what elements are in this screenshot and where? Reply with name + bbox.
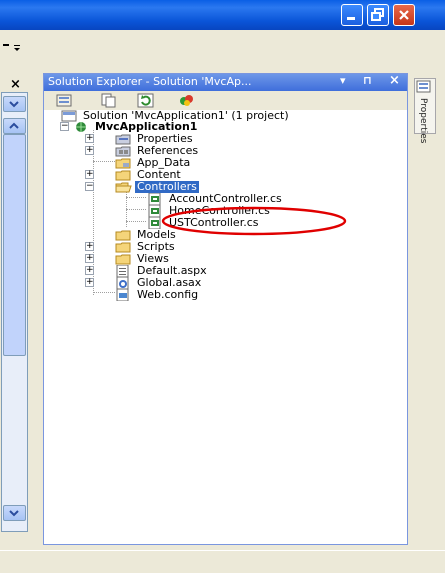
- aspx-file-icon: [115, 264, 131, 278]
- folder-icon: [115, 241, 131, 253]
- solution-tree: [44, 110, 407, 544]
- folder-icon: [115, 229, 131, 241]
- left-panel-dropdown-button[interactable]: [3, 96, 26, 112]
- pin-icon[interactable]: ⊓: [363, 74, 372, 87]
- solution-explorer-title: Solution Explorer - Solution 'MvcAp...: [48, 75, 252, 88]
- close-button[interactable]: [393, 4, 415, 26]
- annotation-ellipse: [161, 206, 347, 236]
- tree-item-label: Web.config: [137, 288, 199, 301]
- expand-icon[interactable]: +: [85, 134, 94, 143]
- expand-icon[interactable]: +: [85, 278, 94, 287]
- properties-icon[interactable]: [56, 93, 74, 108]
- expand-icon[interactable]: +: [85, 170, 94, 179]
- panel-close-icon[interactable]: ×: [389, 73, 400, 88]
- properties-tab-label: Properties: [418, 98, 428, 144]
- left-panel-close-icon[interactable]: ×: [10, 77, 21, 92]
- window-position-dropdown-icon[interactable]: ▾: [340, 74, 346, 87]
- folder-icon: [115, 157, 131, 169]
- scroll-thumb[interactable]: [3, 134, 26, 356]
- minimize-button[interactable]: [341, 4, 363, 26]
- collapse-icon[interactable]: −: [60, 122, 69, 131]
- scroll-up-button[interactable]: [3, 118, 26, 134]
- maximize-button[interactable]: [367, 4, 389, 26]
- folder-icon: [115, 253, 131, 265]
- refresh-icon[interactable]: [137, 93, 155, 108]
- collapse-icon[interactable]: −: [85, 182, 94, 191]
- open-folder-icon: [115, 181, 132, 193]
- scroll-down-button[interactable]: [3, 505, 26, 521]
- status-strip: [0, 550, 445, 573]
- solution-explorer-toolbar: [44, 91, 407, 111]
- toolbar: [0, 30, 445, 66]
- properties-folder-icon: [115, 133, 131, 145]
- show-all-files-icon[interactable]: [100, 93, 118, 108]
- web-project-icon: [73, 121, 89, 133]
- asax-file-icon: [115, 276, 131, 290]
- class-diagram-icon[interactable]: [178, 93, 196, 108]
- expand-icon[interactable]: +: [85, 146, 94, 155]
- toolbar-dropdown[interactable]: [2, 38, 24, 54]
- properties-tab-icon: [416, 80, 432, 97]
- folder-icon: [115, 169, 131, 181]
- expand-icon[interactable]: +: [85, 266, 94, 275]
- config-file-icon: [115, 288, 131, 302]
- solution-explorer-title-bar[interactable]: Solution Explorer - Solution 'MvcAp... ▾…: [44, 73, 407, 91]
- references-icon: [115, 145, 131, 157]
- expand-icon[interactable]: +: [85, 242, 94, 251]
- expand-icon[interactable]: +: [85, 254, 94, 263]
